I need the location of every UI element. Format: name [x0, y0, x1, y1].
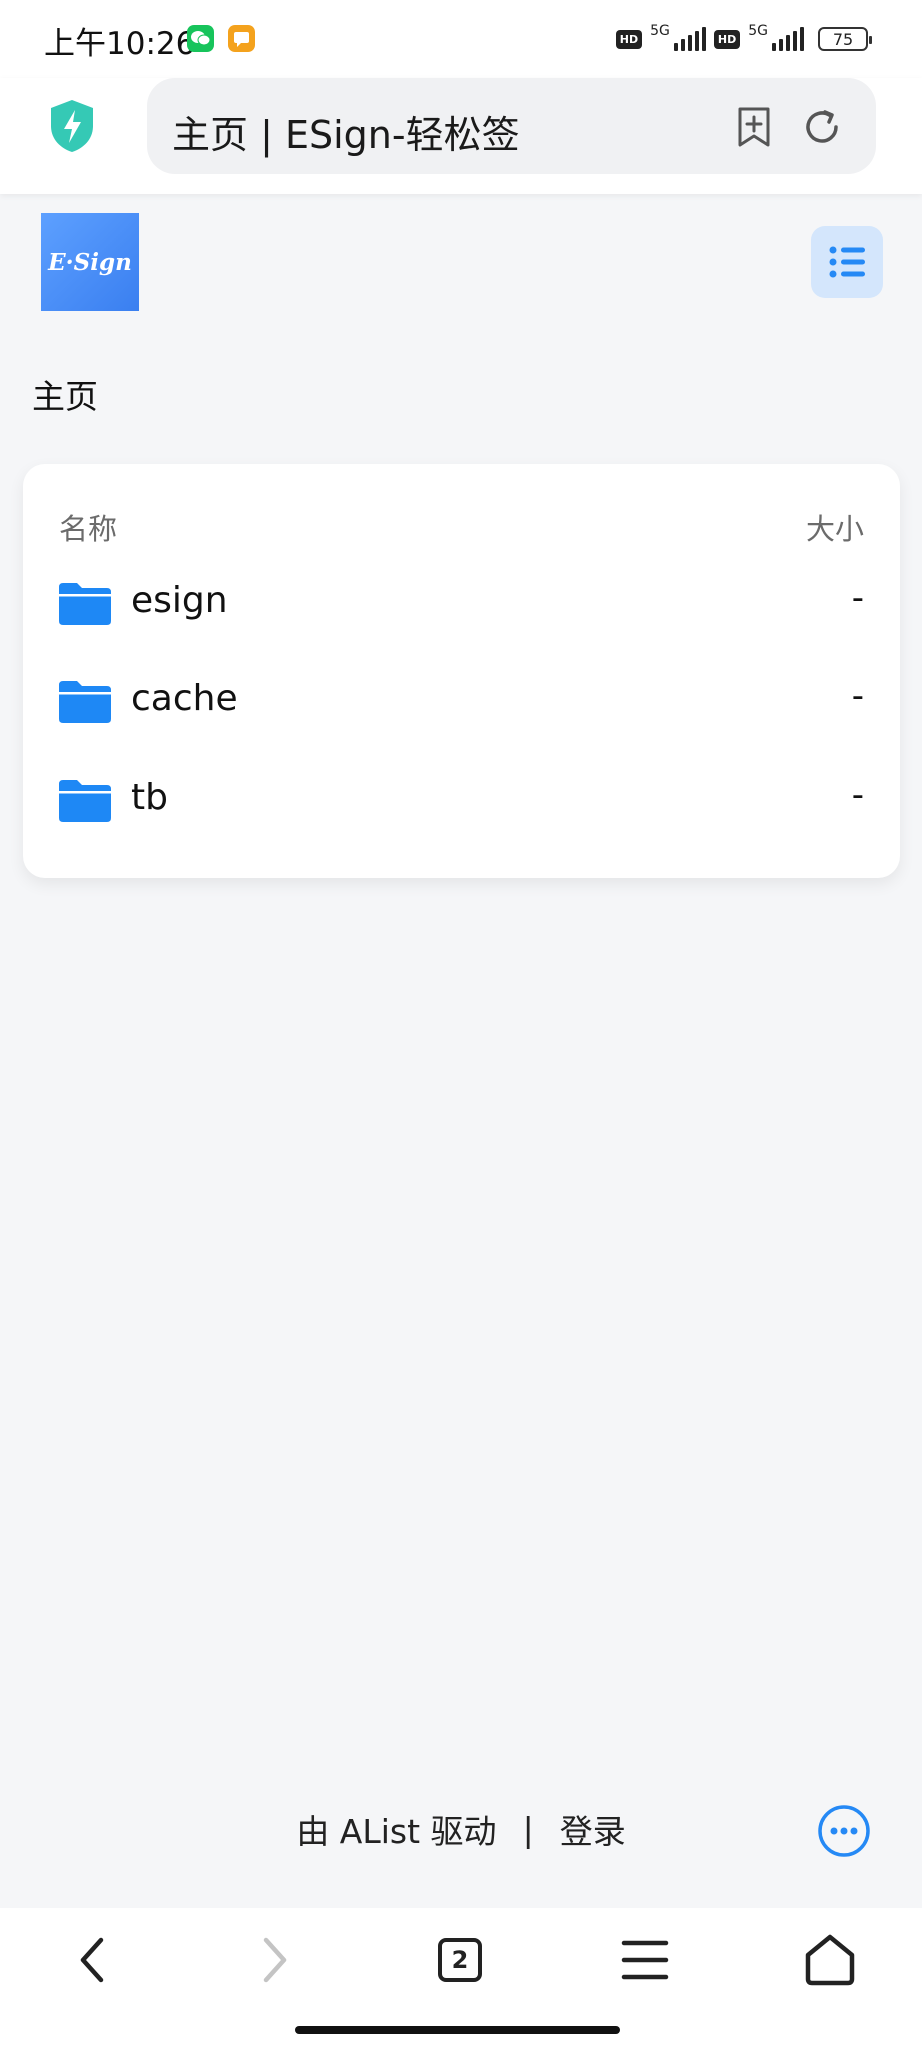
- back-button[interactable]: [62, 1930, 122, 1990]
- more-icon: [818, 1805, 870, 1857]
- add-bookmark-icon[interactable]: [734, 105, 774, 149]
- list-icon: [829, 246, 865, 278]
- security-shield-icon[interactable]: [47, 98, 97, 154]
- forward-button[interactable]: [245, 1930, 305, 1990]
- hamburger-menu-icon: [621, 1940, 669, 1980]
- page-footer: 由 AList 驱动 | 登录: [0, 1804, 922, 1854]
- menu-button[interactable]: [615, 1930, 675, 1990]
- file-size: -: [851, 676, 864, 716]
- wechat-notification-icon: [187, 25, 214, 52]
- logo-text: E·Sign: [48, 248, 132, 276]
- status-bar: 上午10:26 HD 5G HD 5G 75: [0, 0, 922, 78]
- forward-arrow-icon: [263, 1937, 287, 1983]
- footer-separator: |: [522, 1809, 534, 1849]
- file-row[interactable]: tb -: [23, 747, 900, 845]
- tab-count: 2: [438, 1938, 482, 1982]
- column-header-name[interactable]: 名称: [59, 506, 117, 548]
- signal-icon: [772, 27, 804, 51]
- reload-icon[interactable]: [801, 106, 843, 148]
- browser-toolbar: 主页 | ESign-轻松签: [0, 78, 922, 194]
- address-bar[interactable]: 主页 | ESign-轻松签: [147, 78, 876, 174]
- file-row[interactable]: cache -: [23, 648, 900, 746]
- site-logo[interactable]: E·Sign: [41, 213, 139, 311]
- message-notification-icon: [228, 25, 255, 52]
- back-arrow-icon: [80, 1937, 104, 1983]
- login-link[interactable]: 登录: [560, 1805, 626, 1853]
- signal-icon: [673, 27, 706, 51]
- more-options-button[interactable]: [817, 1804, 871, 1858]
- file-size: -: [851, 775, 864, 815]
- network-type: 5G: [650, 23, 670, 39]
- system-indicators: HD 5G HD 5G 75: [615, 22, 872, 56]
- tabs-button[interactable]: 2: [430, 1930, 490, 1990]
- file-name[interactable]: cache: [131, 678, 238, 719]
- hd-badge: HD: [713, 29, 741, 49]
- network-type: 5G: [748, 23, 768, 39]
- file-name[interactable]: tb: [131, 777, 168, 818]
- battery-icon: 75: [818, 27, 872, 51]
- folder-icon: [59, 780, 111, 822]
- file-size: -: [851, 578, 864, 618]
- folder-icon: [59, 583, 111, 625]
- hd-badge: HD: [615, 29, 643, 49]
- home-button[interactable]: [800, 1930, 860, 1990]
- breadcrumb-home[interactable]: 主页: [32, 370, 98, 418]
- list-view-menu-button[interactable]: [811, 226, 883, 298]
- status-time: 上午10:26: [44, 26, 196, 62]
- home-indicator[interactable]: [295, 2026, 620, 2034]
- file-row[interactable]: esign -: [23, 550, 900, 648]
- file-list: 名称 大小 esign - cache - tb -: [23, 464, 900, 878]
- powered-by-link[interactable]: 由 AList 驱动: [296, 1805, 496, 1853]
- file-name[interactable]: esign: [131, 580, 228, 621]
- column-header-size[interactable]: 大小: [806, 506, 864, 548]
- home-icon: [805, 1934, 855, 1986]
- battery-level: 75: [832, 29, 854, 49]
- browser-bottom-nav: 2: [0, 1908, 922, 2048]
- page-title[interactable]: 主页 | ESign-轻松签: [172, 104, 520, 159]
- folder-icon: [59, 681, 111, 723]
